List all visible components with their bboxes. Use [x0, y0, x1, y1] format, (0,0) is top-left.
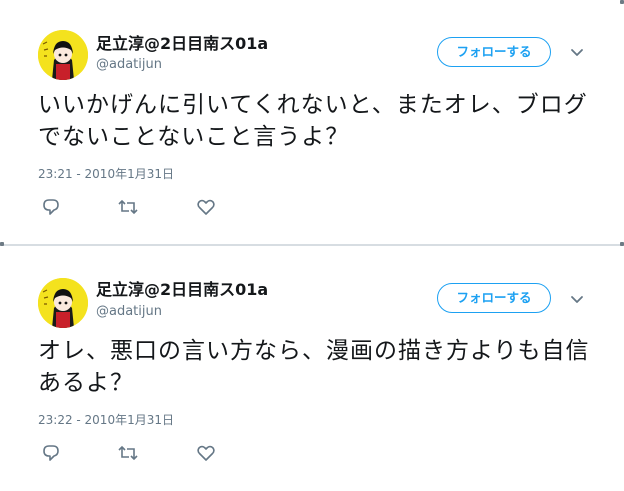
retweet-icon[interactable]: [118, 444, 138, 462]
like-icon[interactable]: [196, 444, 216, 462]
tweet-card: 足立淳@2日目南ス01a @adatijun フォローする いいかげんに引いてく…: [0, 0, 624, 245]
retweet-icon[interactable]: [118, 198, 138, 216]
display-name[interactable]: 足立淳@2日目南ス01a: [96, 280, 268, 300]
reply-icon[interactable]: [41, 444, 61, 462]
corner-mark: [620, 0, 624, 4]
display-name[interactable]: 足立淳@2日目南ス01a: [96, 34, 268, 54]
follow-button[interactable]: フォローする: [437, 283, 551, 313]
reply-icon[interactable]: [41, 198, 61, 216]
tweet-text: いいかげんに引いてくれないと、またオレ、ブログでないことないこと言うよ？: [38, 92, 588, 150]
user-handle[interactable]: @adatijun: [96, 304, 162, 320]
tweet-text: オレ、悪口の言い方なら、漫画の描き方よりも自信あるよ？: [38, 338, 590, 396]
tweet-timestamp[interactable]: 23:21 - 2010年1月31日: [38, 166, 174, 182]
tweet-card: 足立淳@2日目南ス01a @adatijun フォローする オレ、悪口の言い方な…: [0, 246, 624, 491]
user-handle[interactable]: @adatijun: [96, 57, 162, 73]
chevron-down-icon[interactable]: [569, 291, 585, 307]
avatar[interactable]: [38, 278, 88, 328]
tweet-timestamp[interactable]: 23:22 - 2010年1月31日: [38, 412, 174, 428]
follow-button[interactable]: フォローする: [437, 37, 551, 67]
like-icon[interactable]: [196, 198, 216, 216]
avatar[interactable]: [38, 30, 88, 80]
chevron-down-icon[interactable]: [569, 44, 585, 60]
